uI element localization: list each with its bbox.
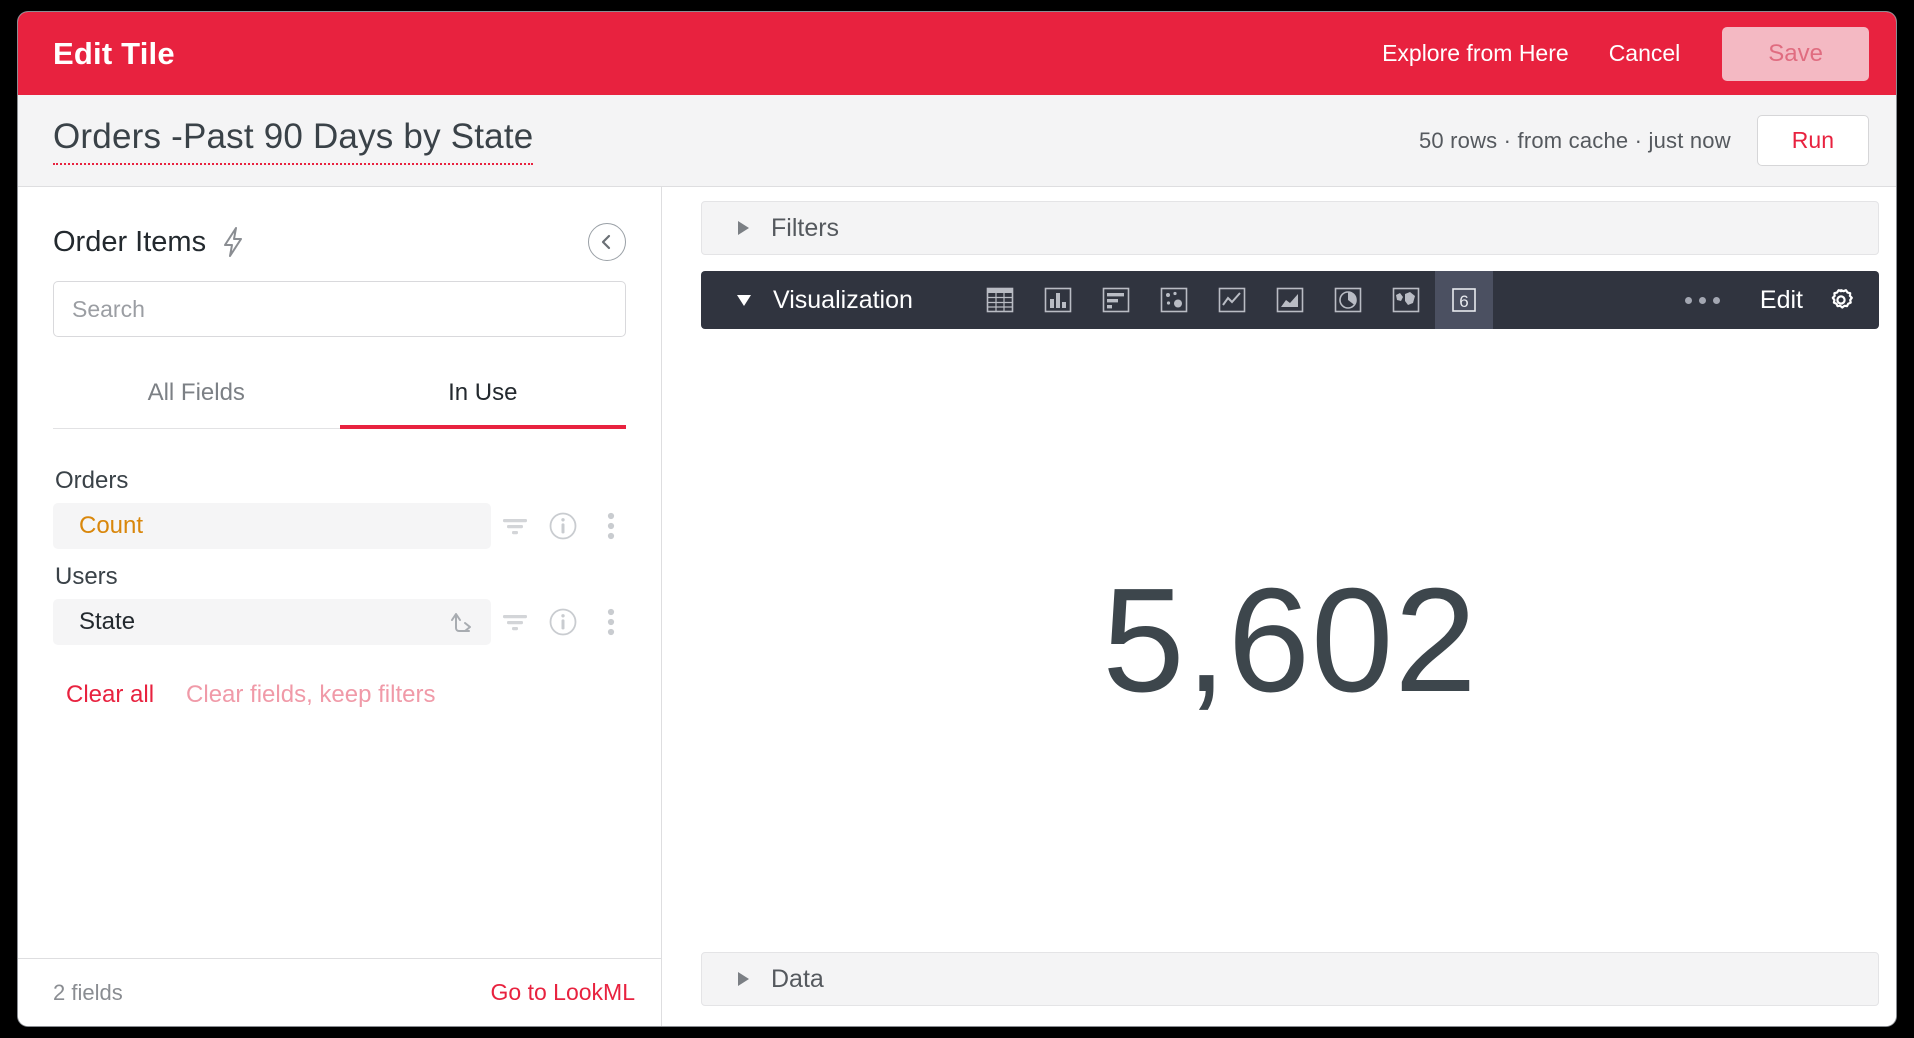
field-row-icons (491, 503, 635, 549)
tile-title-bar: Orders -Past 90 Days by State 50 rows · … (18, 95, 1896, 187)
tab-all-fields[interactable]: All Fields (53, 369, 340, 429)
area-chart-icon[interactable] (1261, 271, 1319, 329)
info-icon[interactable] (539, 599, 587, 645)
visualization-type-picker: 6 (971, 271, 1493, 329)
chevron-right-icon (738, 221, 749, 235)
ellipsis-icon[interactable] (1668, 271, 1738, 329)
filters-label: Filters (771, 213, 840, 242)
field-group-label-users: Users (55, 563, 118, 590)
edit-tile-window: Edit Tile Explore from Here Cancel Save … (18, 12, 1896, 1026)
visualization-toolbar: Visualization 6 Edit (701, 271, 1879, 329)
tab-in-use[interactable]: In Use (339, 369, 626, 429)
kebab-menu-icon[interactable] (587, 503, 635, 549)
chevron-left-icon (601, 234, 611, 250)
field-row-icons (491, 599, 635, 645)
kebab-menu-icon[interactable] (587, 599, 635, 645)
line-chart-icon[interactable] (1203, 271, 1261, 329)
field-count-label: 2 fields (53, 979, 123, 1005)
field-pill-state[interactable]: State (53, 599, 491, 645)
chevron-right-icon (738, 972, 749, 986)
info-icon[interactable] (539, 503, 587, 549)
workspace: Order Items All Fields In Use (18, 187, 1896, 1026)
search-container (18, 261, 661, 337)
filter-icon[interactable] (491, 503, 539, 549)
go-to-lookml-link[interactable]: Go to LookML (491, 979, 635, 1006)
cancel-button[interactable]: Cancel (1589, 30, 1701, 77)
column-chart-icon[interactable] (1029, 271, 1087, 329)
explore-name: Order Items (53, 225, 207, 258)
chevron-down-icon[interactable] (737, 294, 751, 306)
run-button[interactable]: Run (1756, 115, 1869, 166)
sidebar-footer: 2 fields Go to LookML (18, 958, 661, 1026)
field-group-label-orders: Orders (55, 467, 129, 494)
clear-fields-keep-filters-link[interactable]: Clear fields, keep filters (186, 681, 435, 709)
sidebar-header: Order Items (18, 187, 661, 261)
filter-icon[interactable] (491, 599, 539, 645)
visualization-toolbar-right: Edit (1668, 271, 1879, 329)
visualization-canvas: 5,602 (701, 329, 1879, 952)
top-header-bar: Edit Tile Explore from Here Cancel Save (18, 12, 1896, 95)
field-label-state: State (79, 608, 136, 635)
explore-from-here-link[interactable]: Explore from Here (1362, 30, 1589, 77)
pivot-icon[interactable] (449, 609, 477, 635)
scatter-chart-icon[interactable] (1145, 271, 1203, 329)
collapse-sidebar-button[interactable] (588, 223, 626, 261)
save-button[interactable]: Save (1722, 26, 1869, 81)
field-row-state: State (53, 599, 635, 645)
data-label: Data (771, 964, 824, 993)
pie-chart-icon[interactable] (1319, 271, 1377, 329)
map-chart-icon[interactable] (1377, 271, 1435, 329)
data-accordion[interactable]: Data (701, 952, 1879, 1006)
lightning-bolt-icon[interactable] (220, 226, 246, 258)
field-label-count: Count (79, 512, 144, 539)
query-status-text: 50 rows · from cache · just now (1418, 127, 1731, 153)
filters-accordion[interactable]: Filters (701, 201, 1879, 255)
search-input[interactable] (53, 281, 626, 337)
svg-text:6: 6 (1459, 292, 1468, 311)
field-picker-sidebar: Order Items All Fields In Use (18, 187, 662, 1026)
header-actions: Explore from Here Cancel Save (1362, 26, 1869, 81)
field-list: Orders Count Users State Clear all Clear… (18, 429, 661, 958)
clear-links: Clear all Clear fields, keep filters (53, 645, 635, 709)
edit-visualization-button[interactable]: Edit (1738, 286, 1825, 315)
tile-title-input[interactable]: Orders -Past 90 Days by State (53, 117, 534, 165)
field-pill-count[interactable]: Count (53, 503, 491, 549)
bar-chart-icon[interactable] (1087, 271, 1145, 329)
gear-icon[interactable] (1825, 284, 1861, 316)
visualization-label: Visualization (773, 285, 913, 314)
page-title: Edit Tile (53, 35, 175, 71)
table-chart-icon[interactable] (971, 271, 1029, 329)
field-tabs: All Fields In Use (53, 369, 626, 429)
clear-all-link[interactable]: Clear all (66, 681, 154, 709)
single-value-display: 5,602 (1102, 557, 1478, 723)
field-row-count: Count (53, 503, 635, 549)
explore-main-panel: Filters Visualization 6 Edit 5,602 Data (662, 187, 1896, 1026)
single-value-chart-icon[interactable]: 6 (1434, 271, 1493, 329)
query-status-area: 50 rows · from cache · just now Run (1419, 115, 1869, 166)
